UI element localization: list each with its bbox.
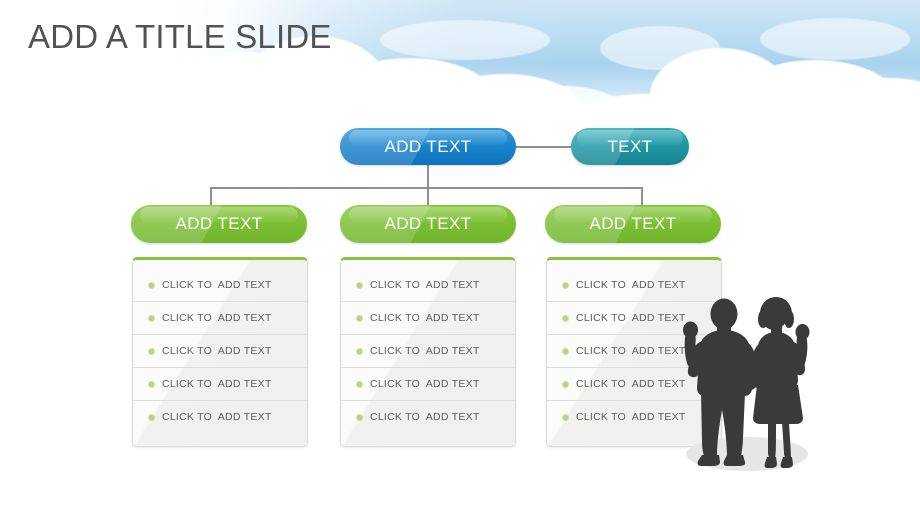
cloud-shape — [650, 48, 790, 132]
content-list-2: CLICK TO ADD TEXT CLICK TO ADD TEXT CLIC… — [341, 260, 515, 433]
category-header-1[interactable]: ADD TEXT — [131, 205, 307, 243]
cloud-shape — [600, 26, 720, 70]
list-item[interactable]: CLICK TO ADD TEXT — [547, 401, 721, 433]
list-item-label: CLICK TO ADD TEXT — [370, 378, 480, 390]
node-top-main-label: ADD TEXT — [384, 136, 472, 156]
node-top-side[interactable]: TEXT — [571, 128, 689, 165]
list-item[interactable]: CLICK TO ADD TEXT — [547, 269, 721, 302]
content-panel-2: CLICK TO ADD TEXT CLICK TO ADD TEXT CLIC… — [340, 257, 516, 447]
list-item-label: CLICK TO ADD TEXT — [576, 411, 686, 423]
slide-canvas: ADD A TITLE SLIDE ADD TEXT TEXT ADD TEXT… — [0, 0, 920, 518]
content-panel-1: CLICK TO ADD TEXT CLICK TO ADD TEXT CLIC… — [132, 257, 308, 447]
cloud-shape — [425, 74, 585, 132]
bullet-icon — [149, 414, 154, 420]
bullet-icon — [357, 414, 362, 420]
bullet-icon — [149, 348, 154, 354]
list-item[interactable]: CLICK TO ADD TEXT — [341, 368, 515, 401]
content-list-1: CLICK TO ADD TEXT CLICK TO ADD TEXT CLIC… — [133, 260, 307, 433]
list-item[interactable]: CLICK TO ADD TEXT — [547, 302, 721, 335]
bullet-icon — [149, 282, 154, 288]
connector-top-horizontal — [514, 146, 573, 148]
ground-shadow-ellipse — [686, 437, 808, 471]
bullet-icon — [563, 315, 568, 321]
list-item[interactable]: CLICK TO ADD TEXT — [133, 302, 307, 335]
list-item[interactable]: CLICK TO ADD TEXT — [547, 335, 721, 368]
list-item[interactable]: CLICK TO ADD TEXT — [341, 269, 515, 302]
list-item-label: CLICK TO ADD TEXT — [370, 345, 480, 357]
cloud-shape — [760, 18, 910, 60]
list-item[interactable]: CLICK TO ADD TEXT — [133, 335, 307, 368]
cloud-shape — [730, 60, 900, 132]
cloud-shape — [170, 52, 350, 132]
list-item[interactable]: CLICK TO ADD TEXT — [547, 368, 721, 401]
category-header-2-label: ADD TEXT — [384, 214, 472, 233]
list-item-label: CLICK TO ADD TEXT — [162, 279, 272, 291]
sky-bottom-fade — [170, 90, 920, 132]
connector-drop-3 — [641, 187, 643, 206]
list-item-label: CLICK TO ADD TEXT — [576, 312, 686, 324]
category-header-3[interactable]: ADD TEXT — [545, 205, 721, 243]
bullet-icon — [357, 282, 362, 288]
page-title: ADD A TITLE SLIDE — [28, 18, 332, 55]
list-item-label: CLICK TO ADD TEXT — [370, 279, 480, 291]
bullet-icon — [149, 381, 154, 387]
list-item[interactable]: CLICK TO ADD TEXT — [133, 401, 307, 433]
bullet-icon — [357, 348, 362, 354]
category-header-2[interactable]: ADD TEXT — [340, 205, 516, 243]
bullet-icon — [149, 315, 154, 321]
connector-drop-1 — [210, 187, 212, 206]
list-item-label: CLICK TO ADD TEXT — [576, 378, 686, 390]
list-item-label: CLICK TO ADD TEXT — [162, 345, 272, 357]
list-item[interactable]: CLICK TO ADD TEXT — [341, 335, 515, 368]
bullet-icon — [563, 381, 568, 387]
list-item-label: CLICK TO ADD TEXT — [162, 312, 272, 324]
bullet-icon — [563, 348, 568, 354]
cloud-shape — [820, 78, 920, 132]
category-header-3-label: ADD TEXT — [589, 214, 677, 233]
list-item-label: CLICK TO ADD TEXT — [576, 279, 686, 291]
list-item-label: CLICK TO ADD TEXT — [370, 312, 480, 324]
list-item[interactable]: CLICK TO ADD TEXT — [133, 269, 307, 302]
list-item-label: CLICK TO ADD TEXT — [162, 411, 272, 423]
cloud-shape — [500, 86, 630, 132]
bullet-icon — [563, 414, 568, 420]
bullet-icon — [357, 315, 362, 321]
connector-main-stem — [427, 165, 429, 187]
list-item-label: CLICK TO ADD TEXT — [576, 345, 686, 357]
list-item[interactable]: CLICK TO ADD TEXT — [133, 368, 307, 401]
content-panel-3: CLICK TO ADD TEXT CLICK TO ADD TEXT CLIC… — [546, 257, 722, 447]
bullet-icon — [563, 282, 568, 288]
list-item[interactable]: CLICK TO ADD TEXT — [341, 302, 515, 335]
bullet-icon — [357, 381, 362, 387]
cloud-shape — [320, 58, 500, 132]
list-item-label: CLICK TO ADD TEXT — [370, 411, 480, 423]
list-item-label: CLICK TO ADD TEXT — [162, 378, 272, 390]
node-top-side-label: TEXT — [607, 136, 653, 156]
connector-drop-2 — [427, 187, 429, 206]
list-item[interactable]: CLICK TO ADD TEXT — [341, 401, 515, 433]
cloud-shape — [380, 20, 550, 60]
cloud-shape — [570, 94, 720, 132]
node-top-main[interactable]: ADD TEXT — [340, 128, 516, 165]
content-list-3: CLICK TO ADD TEXT CLICK TO ADD TEXT CLIC… — [547, 260, 721, 433]
category-header-1-label: ADD TEXT — [175, 214, 263, 233]
